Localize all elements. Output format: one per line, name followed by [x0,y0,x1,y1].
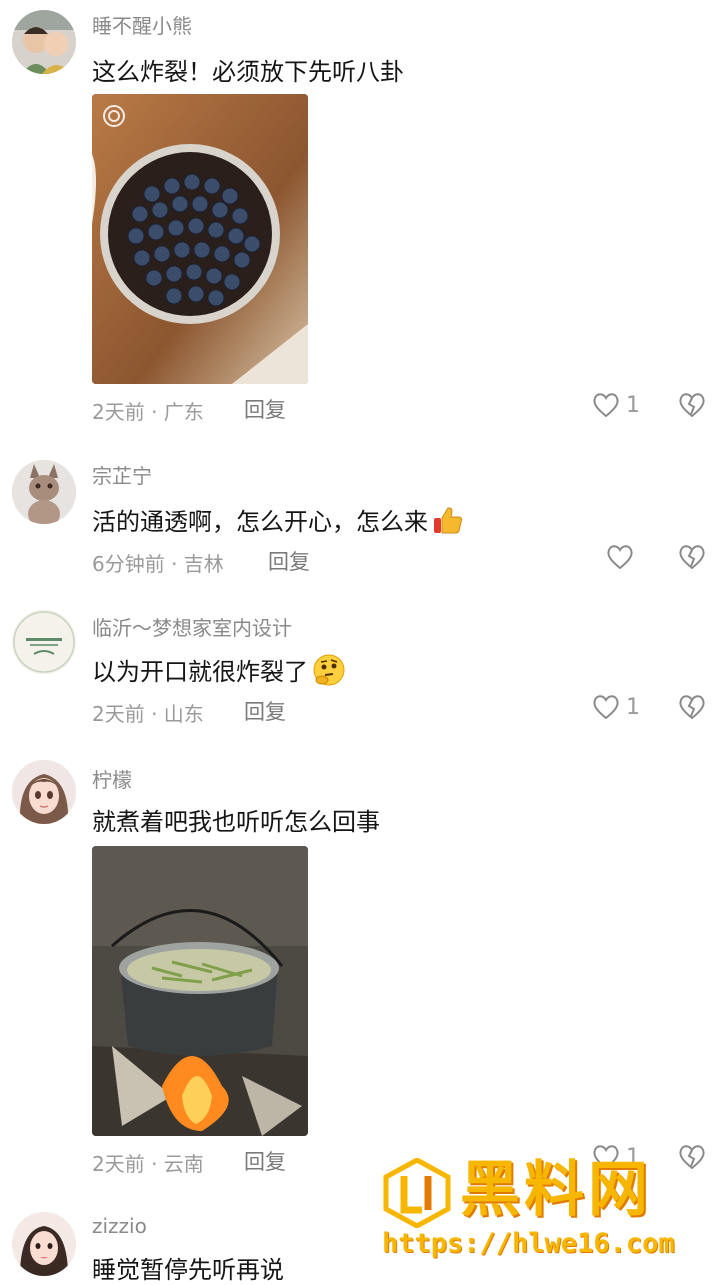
comment-item: 柠檬 就煮着吧我也听听怎么回事 2天前 · 云南 回复 1 [0,754,720,1194]
reply-button[interactable]: 回复 [268,546,310,576]
cooking-pot-fire-photo[interactable] [92,846,308,1136]
comment-text: 就煮着吧我也听听怎么回事 [92,808,380,836]
username[interactable]: 睡不醒小熊 [92,10,192,39]
reply-button[interactable]: 回复 [244,1146,286,1176]
username[interactable]: 柠檬 [92,764,132,793]
broken-heart-icon [679,545,705,570]
time-location: 2天前 · 广东 [92,400,204,424]
dislike-button[interactable] [678,392,706,422]
watermark: 黑料网 https://hlwe16.com [378,1152,718,1280]
avatar[interactable] [12,10,76,74]
broken-heart-icon [679,393,705,418]
avatar[interactable] [12,460,76,524]
reply-button[interactable]: 回复 [244,696,286,726]
comment-text: 活的通透啊，怎么开心，怎么来 [92,502,464,542]
comment-item: 宗芷宁 活的通透啊，怎么开心，怎么来 6分钟前 · 吉林 回复 [0,450,720,590]
username[interactable]: 宗芷宁 [92,460,152,489]
heart-icon [593,393,619,418]
heart-icon [607,545,633,570]
dislike-button[interactable] [678,544,706,574]
thinking-face-icon [312,653,346,693]
watermark-url: https://hlwe16.com [382,1228,675,1259]
username[interactable]: zizzio [92,1214,147,1238]
reply-button[interactable]: 回复 [244,394,286,424]
username[interactable]: 临沂～梦想家室内设计 [92,612,292,641]
comment-item: 临沂～梦想家室内设计 以为开口就很炸裂了 2天前 · 山东 回复 1 [0,602,720,742]
dislike-button[interactable] [678,694,706,724]
broken-heart-icon [679,695,705,720]
like-button[interactable]: 1 [592,392,640,418]
like-button[interactable] [606,544,640,570]
comment-text: 这么炸裂！必须放下先听八卦 [92,58,404,86]
comment-item: 睡不醒小熊 这么炸裂！必须放下先听八卦 2天前 · 广东 回复 1 [0,0,720,440]
time-location: 2天前 · 云南 [92,1152,204,1176]
thumbs-up-icon [432,504,464,542]
like-button[interactable]: 1 [592,694,640,720]
watermark-title: 黑料网 [460,1155,652,1225]
avatar[interactable] [12,760,76,824]
avatar[interactable] [12,610,76,674]
watermark-logo-icon [383,1158,451,1228]
comment-text: 以为开口就很炸裂了 [92,652,346,693]
avatar[interactable] [12,1212,76,1276]
like-count: 1 [626,694,640,720]
time-location: 2天前 · 山东 [92,702,204,726]
like-count: 1 [626,392,640,418]
heart-icon [593,695,619,720]
blueberry-cake-photo[interactable] [92,94,308,384]
time-location: 6分钟前 · 吉林 [92,552,224,576]
